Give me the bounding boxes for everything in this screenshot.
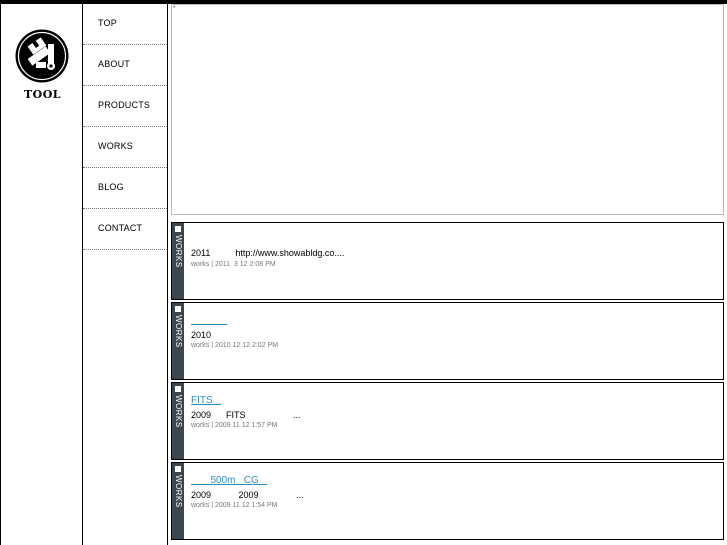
category-tab-label: WORKS [174, 235, 183, 268]
tool-logo-icon[interactable] [14, 28, 70, 84]
post-meta: works | 2010 12 12 2:02 PM [191, 342, 279, 349]
nav-item-works[interactable]: WORKS [83, 127, 167, 168]
nav-item-contact[interactable]: CONTACT [83, 209, 167, 250]
post-excerpt: 2009 FITS ... [191, 410, 301, 420]
post-entry: WORKS FITS 2009 FITS ... works | 2009 11… [171, 382, 724, 460]
post-excerpt: 2010 [191, 330, 212, 340]
category-tab-label: WORKS [174, 475, 183, 508]
post-entry: WORKS 2010 works | 2010 12 12 2:02 PM [171, 302, 724, 380]
square-icon [175, 226, 181, 232]
category-tab-label: WORKS [174, 315, 183, 348]
post-entry: WORKS 500m CG 2009 2009 ... works | 2009… [171, 462, 724, 540]
nav-item-label: ABOUT [98, 59, 131, 69]
main-nav: TOP ABOUT PRODUCTS WORKS BLOG CONTACT [83, 4, 168, 545]
category-tab[interactable]: WORKS [172, 463, 184, 539]
nav-item-products[interactable]: PRODUCTS [83, 86, 167, 127]
nav-item-blog[interactable]: BLOG [83, 168, 167, 209]
post-title-link[interactable]: FITS [191, 395, 221, 406]
nav-item-label: BLOG [98, 182, 124, 192]
post-excerpt: 2009 2009 ... [191, 490, 304, 500]
square-icon [175, 386, 181, 392]
nav-item-label: WORKS [98, 141, 134, 151]
post-title-link[interactable] [191, 315, 227, 326]
nav-item-top[interactable]: TOP [83, 4, 167, 45]
category-tab[interactable]: WORKS [172, 303, 184, 379]
post-meta: works | 2011 3 12 2:08 PM [191, 261, 276, 268]
main-visual-frame: * [171, 4, 724, 215]
category-tab-label: WORKS [174, 395, 183, 428]
post-entry: WORKS 2011 http://www.showabldg.co.... w… [171, 222, 724, 300]
nav-item-label: CONTACT [98, 223, 143, 233]
logo-wordmark: TOOL [23, 88, 62, 101]
nav-item-label: PRODUCTS [98, 100, 151, 110]
category-tab[interactable]: WORKS [172, 383, 184, 459]
square-icon [175, 466, 181, 472]
post-meta: works | 2009 11 12 1:57 PM [191, 422, 278, 429]
post-title-link[interactable]: 500m CG [191, 475, 267, 486]
brand-column: TOOL [0, 4, 83, 545]
nav-item-label: TOP [98, 18, 117, 28]
square-icon [175, 306, 181, 312]
post-excerpt: 2011 http://www.showabldg.co.... [191, 248, 345, 258]
nav-item-about[interactable]: ABOUT [83, 45, 167, 86]
category-tab[interactable]: WORKS [172, 223, 184, 299]
post-meta: works | 2009 11 12 1:54 PM [191, 502, 278, 509]
frame-marker: * [173, 6, 176, 12]
